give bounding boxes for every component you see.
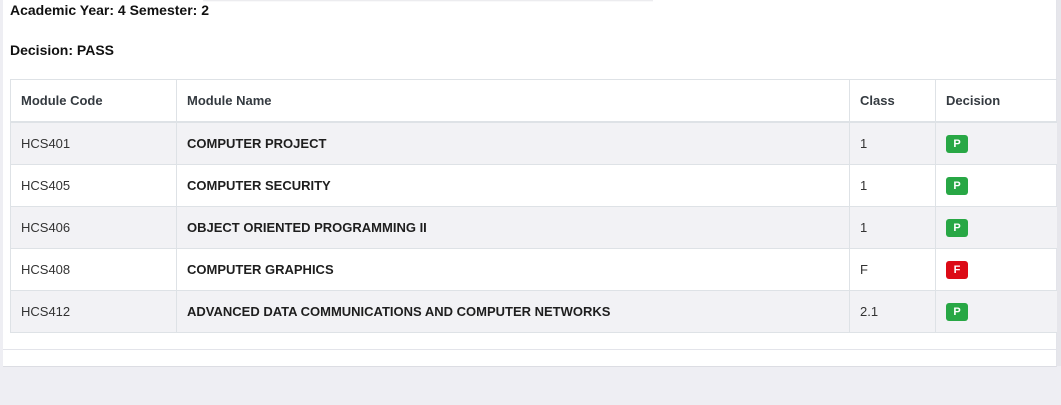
module-name-cell: COMPUTER PROJECT bbox=[176, 121, 850, 165]
class-cell: 2.1 bbox=[849, 290, 936, 333]
decision-cell: P bbox=[935, 206, 1059, 249]
table-row: HCS401 COMPUTER PROJECT 1 P bbox=[10, 121, 1059, 165]
module-code-cell: HCS401 bbox=[10, 121, 177, 165]
decision-cell: P bbox=[935, 290, 1059, 333]
table-row: HCS405 COMPUTER SECURITY 1 P bbox=[10, 164, 1059, 207]
decision-badge: P bbox=[946, 302, 968, 321]
table-row: HCS406 OBJECT ORIENTED PROGRAMMING II 1 … bbox=[10, 206, 1059, 249]
module-name-cell: COMPUTER GRAPHICS bbox=[176, 248, 850, 291]
class-cell: 1 bbox=[849, 121, 936, 165]
card-footer-divider bbox=[3, 349, 1056, 350]
top-shadow bbox=[203, 0, 653, 2]
module-code-cell: HCS412 bbox=[10, 290, 177, 333]
module-code-cell: HCS405 bbox=[10, 164, 177, 207]
table-row: HCS408 COMPUTER GRAPHICS F F bbox=[10, 248, 1059, 291]
decision-cell: P bbox=[935, 121, 1059, 165]
decision-badge: P bbox=[946, 134, 968, 153]
module-code-cell: HCS408 bbox=[10, 248, 177, 291]
column-header-module-code: Module Code bbox=[10, 79, 177, 123]
decision-badge: F bbox=[946, 260, 968, 279]
class-cell: F bbox=[849, 248, 936, 291]
class-cell: 1 bbox=[849, 164, 936, 207]
decision-cell: F bbox=[935, 248, 1059, 291]
table-row: HCS412 ADVANCED DATA COMMUNICATIONS AND … bbox=[10, 290, 1059, 333]
module-name-cell: ADVANCED DATA COMMUNICATIONS AND COMPUTE… bbox=[176, 290, 850, 333]
class-cell: 1 bbox=[849, 206, 936, 249]
academic-year-heading: Academic Year: 4 Semester: 2 bbox=[10, 2, 209, 18]
module-code-cell: HCS406 bbox=[10, 206, 177, 249]
decision-cell: P bbox=[935, 164, 1059, 207]
scrollbar[interactable] bbox=[1057, 0, 1061, 366]
results-card: Academic Year: 4 Semester: 2 Decision: P… bbox=[3, 0, 1059, 367]
column-header-class: Class bbox=[849, 79, 936, 123]
results-table: Module Code Module Name Class Decision H… bbox=[10, 79, 1059, 333]
semester-decision-heading: Decision: PASS bbox=[10, 42, 114, 58]
module-name-cell: OBJECT ORIENTED PROGRAMMING II bbox=[176, 206, 850, 249]
table-header-row: Module Code Module Name Class Decision bbox=[10, 79, 1059, 123]
column-header-decision: Decision bbox=[935, 79, 1059, 123]
module-name-cell: COMPUTER SECURITY bbox=[176, 164, 850, 207]
column-header-module-name: Module Name bbox=[176, 79, 850, 123]
decision-badge: P bbox=[946, 218, 968, 237]
decision-badge: P bbox=[946, 176, 968, 195]
